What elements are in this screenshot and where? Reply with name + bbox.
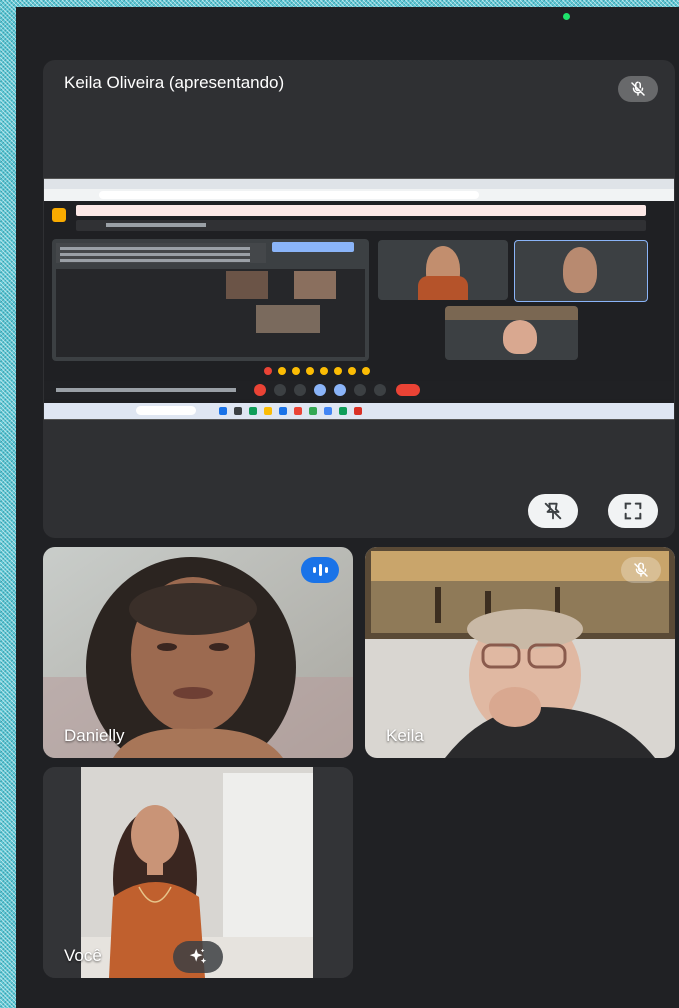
browser-tab-strip: [44, 179, 674, 189]
presentation-tile[interactable]: Keila Oliveira (apresentando): [43, 60, 675, 538]
participant-name: Keila: [386, 726, 424, 745]
meet-call-screen: Keila Oliveira (apresentando) Danielly K…: [16, 7, 679, 1008]
participant-tile-self[interactable]: Você: [43, 767, 353, 978]
storage-alert-banner: [76, 205, 646, 216]
mic-off-icon: [621, 557, 661, 583]
pin-off-icon: [544, 502, 562, 520]
speaking-icon: [301, 557, 339, 583]
mini-participant-tile: [378, 240, 508, 300]
mini-participant-tile: [445, 306, 578, 360]
reaction-bar: [264, 367, 424, 375]
presenting-bar: [76, 220, 646, 231]
meet-logo-icon: [52, 208, 66, 222]
participant-tile-keila[interactable]: Keila: [365, 547, 675, 758]
mini-call-controls: [44, 381, 674, 399]
participant-tile-danielly[interactable]: Danielly: [43, 547, 353, 758]
effects-button[interactable]: [173, 941, 223, 973]
camera-in-use-indicator: [563, 13, 570, 20]
mic-off-icon: [618, 76, 658, 102]
sparkles-icon: [189, 948, 207, 964]
mini-participant-tile: [514, 240, 648, 302]
fullscreen-icon: [624, 502, 642, 520]
participant-name: Você: [64, 946, 102, 965]
browser-address-bar: [44, 189, 674, 201]
presenter-title: Keila Oliveira (apresentando): [64, 73, 285, 92]
unpin-button[interactable]: [528, 494, 578, 528]
shared-screen-content: [44, 178, 674, 420]
windows-taskbar: [44, 403, 674, 419]
fullscreen-button[interactable]: [608, 494, 658, 528]
participant-name: Danielly: [64, 726, 125, 745]
mirror-warning-panel: [52, 239, 369, 361]
